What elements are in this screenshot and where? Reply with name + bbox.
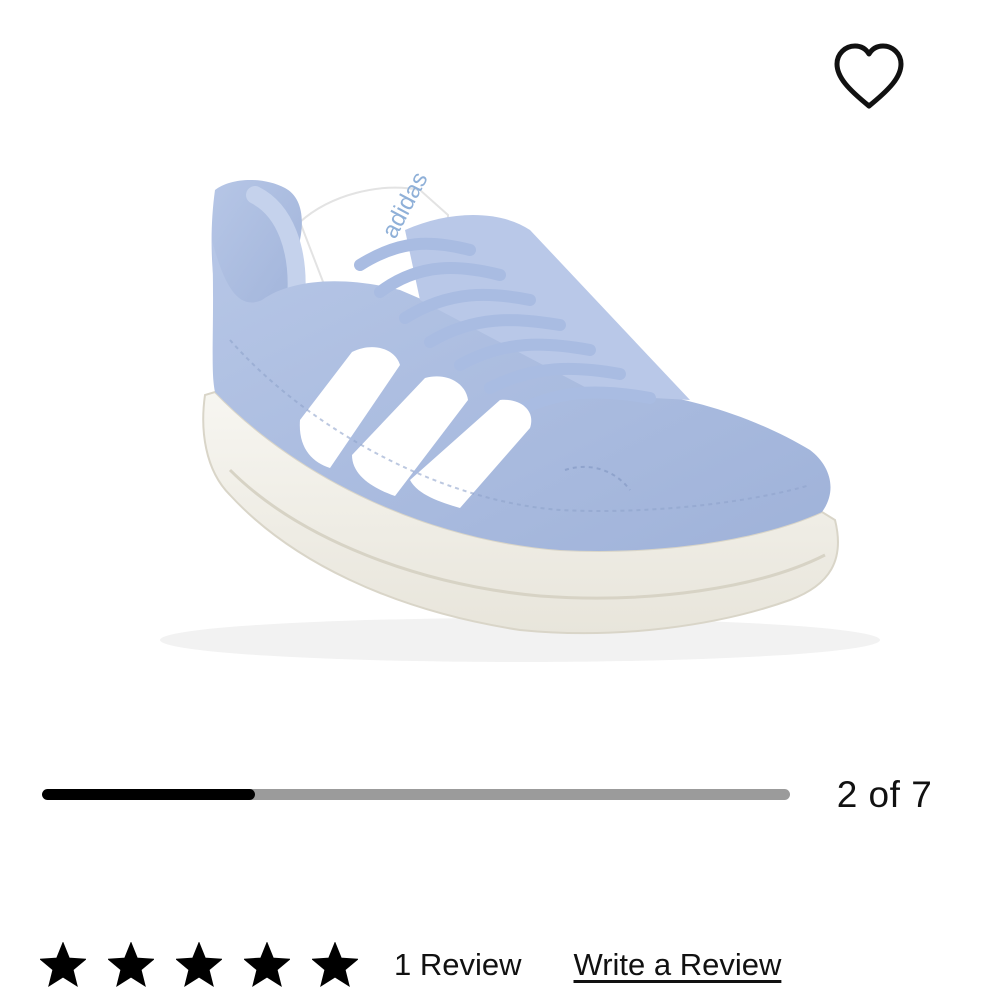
product-image-gallery[interactable]: adidas — [0, 0, 1000, 760]
star-icon — [244, 942, 290, 987]
star-icon — [312, 942, 358, 987]
write-review-link[interactable]: Write a Review — [574, 947, 782, 983]
star-icon — [176, 942, 222, 987]
carousel-progress-bar[interactable] — [42, 789, 790, 800]
product-detail-page: adidas 2 of 7 1 Review Write a Review — [0, 0, 1000, 1000]
rating-row: 1 Review Write a Review — [40, 930, 781, 1000]
review-count-link[interactable]: 1 Review — [394, 947, 522, 983]
heart-outline-icon — [834, 43, 904, 109]
favorite-button[interactable] — [826, 36, 912, 116]
star-icon — [108, 942, 154, 987]
star-icon — [40, 942, 86, 987]
slide-counter: 2 of 7 — [836, 774, 933, 815]
star-rating[interactable] — [40, 942, 358, 988]
carousel-progress-fill — [42, 789, 256, 800]
